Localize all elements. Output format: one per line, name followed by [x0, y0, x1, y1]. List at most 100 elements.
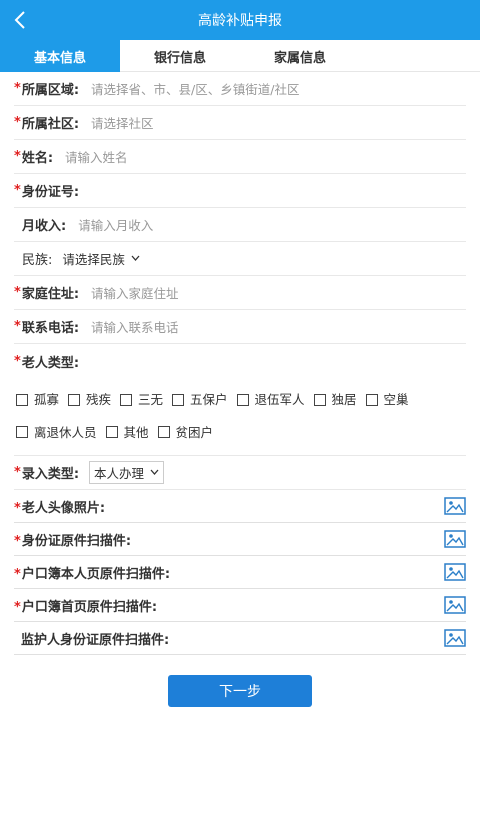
upload-label: 老人头像照片: [21, 500, 106, 516]
required-mark: * [14, 149, 21, 164]
required-mark: * [14, 500, 21, 516]
image-upload-icon[interactable] [444, 629, 466, 647]
back-button[interactable] [8, 8, 32, 32]
app-header: 高龄补贴申报 [0, 0, 480, 40]
phone-row: * 联系电话: 请输入联系电话 [14, 310, 466, 344]
region-row[interactable]: * 所属区域: 请选择省、市、县/区、乡镇街道/社区 [14, 72, 466, 106]
checkbox-canji[interactable]: 残疾 [66, 384, 111, 415]
checkbox-box [313, 393, 326, 406]
income-input[interactable]: 请输入月收入 [78, 215, 153, 234]
community-label: 所属社区: [21, 117, 80, 132]
checkbox-box [172, 393, 184, 406]
checkbox-box [157, 426, 170, 438]
name-input[interactable]: 请输入姓名 [65, 147, 128, 166]
required-mark: * [14, 183, 21, 198]
required-mark: * [14, 319, 21, 334]
checkbox-label: 其他 [123, 424, 149, 440]
checkbox-pinkunhu[interactable]: 贫困户 [156, 417, 214, 448]
required-mark: * [14, 599, 21, 615]
next-step-button[interactable]: 下一步 [168, 675, 312, 707]
image-upload-icon[interactable] [444, 497, 466, 515]
image-upload-icon[interactable] [444, 563, 466, 581]
checkbox-kongchao[interactable]: 空巢 [364, 384, 409, 415]
tab-bar: 基本信息 银行信息 家属信息 [0, 40, 480, 72]
address-label: 家庭住址: [21, 287, 80, 302]
required-mark: * [14, 465, 21, 480]
checkbox-box [16, 393, 28, 406]
elder-type-label: 老人类型: [21, 355, 80, 371]
checkbox-box [365, 393, 378, 406]
required-mark: * [14, 566, 21, 582]
phone-label: 联系电话: [21, 321, 80, 336]
income-row: 月收入: 请输入月收入 [14, 208, 466, 242]
checkbox-lituixiu[interactable]: 离退休人员 [14, 417, 97, 448]
checkbox-label: 五保户 [190, 392, 228, 407]
upload-label: 监护人身份证原件扫描件: [21, 632, 170, 648]
entry-type-value: 本人办理 [94, 466, 145, 481]
checkbox-box [236, 393, 249, 406]
upload-elder-photo: *老人头像照片: [14, 490, 466, 523]
phone-input[interactable]: 请输入联系电话 [91, 317, 179, 336]
page-title: 高龄补贴申报 [198, 13, 282, 29]
chevron-left-icon [14, 11, 25, 29]
checkbox-label: 三无 [138, 392, 164, 407]
upload-label: 户口簿首页原件扫描件: [21, 599, 158, 615]
required-mark: * [14, 533, 21, 549]
next-button-wrap: 下一步 [14, 675, 466, 707]
checkbox-label: 残疾 [86, 392, 112, 407]
ethnic-row: 民族: 请选择民族 [14, 242, 466, 276]
chevron-down-icon [150, 468, 159, 478]
elder-type-row: * 老人类型: [14, 344, 466, 378]
checkbox-label: 孤寡 [34, 392, 60, 407]
address-row: * 家庭住址: 请输入家庭住址 [14, 276, 466, 310]
checkbox-wubaohu[interactable]: 五保户 [170, 384, 228, 415]
checkbox-label: 离退休人员 [34, 424, 97, 440]
required-mark: * [14, 81, 21, 96]
required-mark: * [14, 353, 21, 369]
elder-type-options: 孤寡 残疾 三无 五保户 退伍军人 独居 空巢 离退休人员 其他 贫困户 [14, 378, 466, 456]
checkbox-gugua[interactable]: 孤寡 [14, 384, 59, 415]
checkbox-qita[interactable]: 其他 [104, 417, 149, 448]
idcard-input[interactable] [91, 174, 466, 207]
chevron-down-icon [131, 254, 140, 264]
checkbox-label: 独居 [331, 392, 357, 407]
entry-type-row: * 录入类型: 本人办理 [14, 456, 466, 490]
image-upload-icon[interactable] [444, 530, 466, 548]
idcard-row: * 身份证号: [14, 174, 466, 208]
upload-label: 身份证原件扫描件: [21, 533, 132, 549]
checkbox-label: 空巢 [383, 392, 409, 407]
address-input[interactable]: 请输入家庭住址 [91, 283, 179, 302]
ethnic-label: 民族: [22, 253, 53, 268]
upload-household-first-page: *户口簿首页原件扫描件: [14, 589, 466, 622]
community-select[interactable]: 请选择社区 [91, 113, 154, 132]
region-label: 所属区域: [21, 83, 80, 98]
region-select[interactable]: 请选择省、市、县/区、乡镇街道/社区 [91, 79, 299, 98]
community-row[interactable]: * 所属社区: 请选择社区 [14, 106, 466, 140]
upload-idcard-scan: *身份证原件扫描件: [14, 523, 466, 556]
ethnic-select-value: 请选择民族 [62, 252, 125, 267]
checkbox-box [68, 393, 80, 406]
entry-type-label: 录入类型: [21, 467, 80, 482]
checkbox-duju[interactable]: 独居 [312, 384, 357, 415]
required-mark: * [14, 285, 21, 300]
checkbox-box [120, 393, 132, 406]
name-label: 姓名: [21, 151, 54, 166]
entry-type-select[interactable]: 本人办理 [89, 461, 165, 484]
idcard-label: 身份证号: [21, 185, 80, 200]
checkbox-sanwu[interactable]: 三无 [118, 384, 163, 415]
tab-bank-info[interactable]: 银行信息 [120, 40, 240, 72]
checkbox-label: 退伍军人 [254, 392, 305, 407]
ethnic-select[interactable]: 请选择民族 [62, 249, 140, 268]
tab-basic-info[interactable]: 基本信息 [0, 40, 120, 72]
checkbox-box [105, 426, 118, 438]
income-label: 月收入: [22, 219, 67, 234]
checkbox-tuiwu[interactable]: 退伍军人 [235, 384, 305, 415]
tab-family-info[interactable]: 家属信息 [240, 40, 360, 72]
checkbox-box [16, 426, 28, 438]
image-upload-icon[interactable] [444, 596, 466, 614]
required-mark: * [14, 115, 21, 130]
checkbox-label: 贫困户 [175, 424, 214, 440]
name-row: * 姓名: 请输入姓名 [14, 140, 466, 174]
upload-guardian-idcard: 监护人身份证原件扫描件: [14, 622, 466, 655]
upload-label: 户口簿本人页原件扫描件: [21, 566, 171, 582]
